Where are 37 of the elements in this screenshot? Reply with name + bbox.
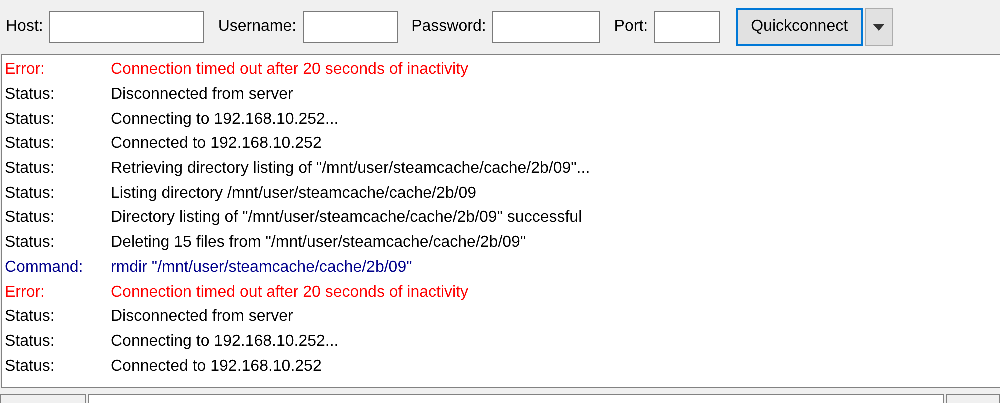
log-type: Status: xyxy=(5,234,56,252)
log-type: Status: xyxy=(5,332,56,351)
log-message: Listing directory /mnt/user/steamcache/cache/2b/09 xyxy=(111,184,477,203)
log-message: Connecting to 192.168.10.252... xyxy=(111,332,339,351)
field-label: Password: xyxy=(412,18,486,36)
log-message: Connected to 192.168.10.252 xyxy=(111,358,322,376)
input-field[interactable] xyxy=(654,11,720,43)
input-field[interactable] xyxy=(302,11,398,43)
log-type: Status: xyxy=(5,308,56,326)
field-label: Username: xyxy=(218,18,297,36)
log-message: Deleting 15 files from "/mnt/user/steamcache/cache/2b/09" xyxy=(111,234,526,252)
log-type: Status: xyxy=(5,358,56,376)
log-type: Command: xyxy=(5,258,84,277)
log-message: Connecting to 192.168.10.252... xyxy=(111,110,339,129)
field-label: Host: xyxy=(6,18,44,36)
quickconnect-button[interactable]: Quickconnect xyxy=(736,8,864,46)
log-type: Error: xyxy=(5,61,46,80)
log-type: Error: xyxy=(5,284,46,302)
caret-icon xyxy=(873,24,886,30)
log-type: Status: xyxy=(5,209,56,228)
log-type: Status: xyxy=(5,160,56,178)
input-field[interactable] xyxy=(49,11,204,43)
log-type: Status: xyxy=(5,86,56,104)
log-message: Disconnected from server xyxy=(111,308,294,326)
log-type: Status: xyxy=(5,135,56,154)
log-message: Connected to 192.168.10.252 xyxy=(111,135,322,154)
input-field[interactable] xyxy=(492,11,600,43)
log-message: Retrieving directory listing of "/mnt/user/steamcache/cache/2b/09"... xyxy=(111,160,590,178)
log-message: rmdir "/mnt/user/steamcache/cache/2b/09" xyxy=(111,258,412,277)
log-message: Directory listing of "/mnt/user/steamcache/cache/2b/09" successful xyxy=(111,209,582,228)
log-message: Connection timed out after 20 seconds of inactivity xyxy=(111,61,469,80)
log-type: Status: xyxy=(5,184,56,203)
log-message: Connection timed out after 20 seconds of inactivity xyxy=(111,284,469,302)
log-message: Disconnected from server xyxy=(111,86,294,104)
log-type: Status: xyxy=(5,110,56,129)
field-label: Port: xyxy=(614,18,648,36)
dropdown-button[interactable] xyxy=(865,8,894,46)
